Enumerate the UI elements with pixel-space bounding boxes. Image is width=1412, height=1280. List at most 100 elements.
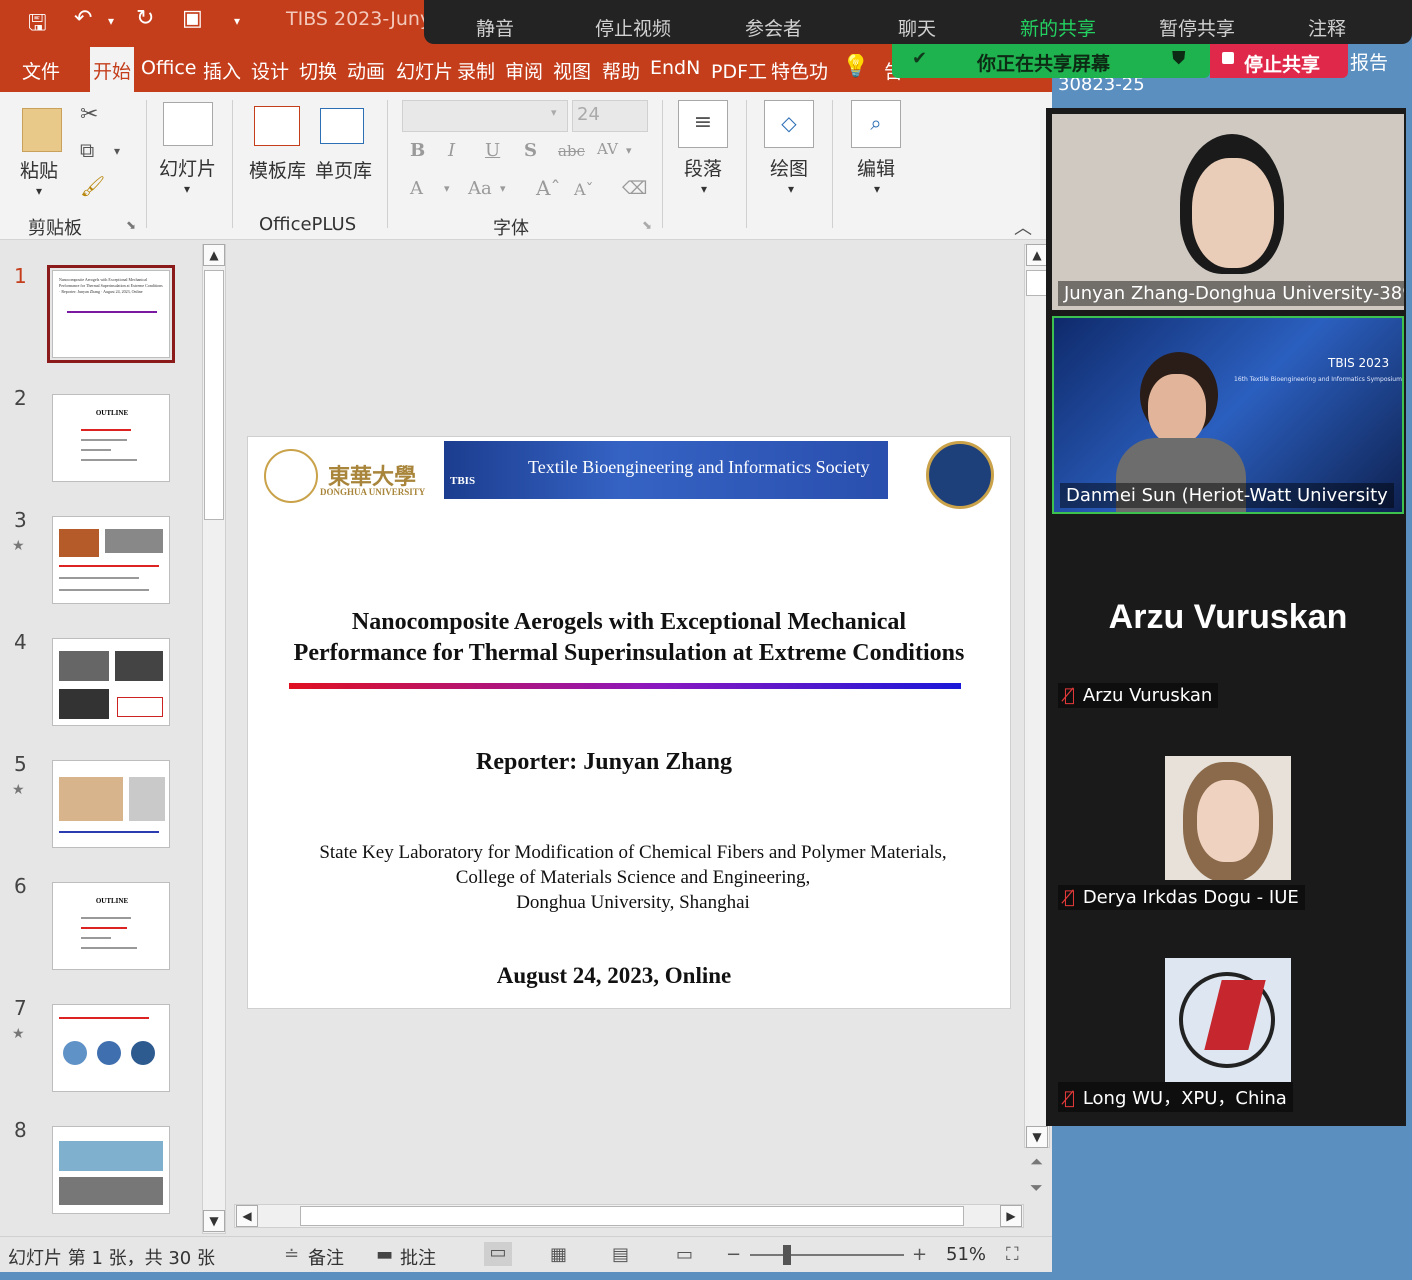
scroll-right-icon[interactable]: ▶: [1000, 1205, 1022, 1227]
font-name-dropdown-icon[interactable]: ▾: [551, 106, 557, 119]
menu-office[interactable]: Office: [141, 57, 196, 79]
font-color-icon[interactable]: A: [410, 178, 423, 199]
undo-icon[interactable]: ↶: [74, 6, 92, 31]
paragraph-icon[interactable]: ≡: [678, 100, 728, 148]
stop-share-button[interactable]: 停止共享: [1210, 44, 1348, 78]
bold-icon[interactable]: B: [410, 140, 425, 161]
new-slide-icon[interactable]: [163, 102, 213, 146]
collapse-ribbon-icon[interactable]: ︿: [1014, 214, 1032, 240]
scroll-down-icon[interactable]: ▼: [1026, 1126, 1048, 1148]
thumbnail-slide-3[interactable]: [52, 516, 170, 604]
slide-sorter-icon[interactable]: ▦: [550, 1244, 567, 1265]
next-slide-icon[interactable]: ⏷: [1030, 1178, 1043, 1198]
slideshow-view-icon[interactable]: ▭: [676, 1244, 693, 1265]
thumbnail-scroll-thumb[interactable]: [204, 270, 224, 520]
copy-icon[interactable]: ⧉: [80, 138, 94, 162]
editing-dropdown-icon[interactable]: ▾: [874, 182, 880, 196]
strikethrough-icon[interactable]: abc: [558, 142, 585, 160]
shadow-icon[interactable]: S: [524, 140, 537, 161]
slides-dropdown-icon[interactable]: ▾: [184, 182, 190, 196]
change-case-dropdown-icon[interactable]: ▾: [500, 182, 506, 195]
chat-button[interactable]: 聊天: [898, 14, 936, 41]
menu-special[interactable]: 特色功: [771, 57, 827, 84]
increase-font-icon[interactable]: Aˆ: [536, 176, 560, 200]
normal-view-icon[interactable]: ▭: [484, 1242, 512, 1266]
menu-home[interactable]: 开始: [90, 47, 134, 92]
reading-view-icon[interactable]: ▤: [612, 1244, 629, 1265]
thumbnail-slide-4[interactable]: [52, 638, 170, 726]
paste-icon[interactable]: [22, 108, 62, 152]
customize-qat-icon[interactable]: ▾: [234, 14, 240, 28]
present-icon[interactable]: ▣: [182, 6, 203, 31]
thumbnail-slide-8[interactable]: [52, 1126, 170, 1214]
drawing-dropdown-icon[interactable]: ▾: [788, 182, 794, 196]
video-tile[interactable]: Arzu Vuruskan 🎙̸ Arzu Vuruskan: [1052, 518, 1404, 718]
template-library-icon[interactable]: [254, 106, 300, 146]
menu-slideshow[interactable]: 幻灯片: [396, 57, 452, 84]
format-painter-icon[interactable]: 🖌: [80, 174, 105, 198]
thumbnail-slide-5[interactable]: [52, 760, 170, 848]
font-name-field[interactable]: [402, 100, 568, 132]
paste-dropdown-icon[interactable]: ▾: [36, 184, 42, 198]
comments-icon[interactable]: ▬: [376, 1244, 393, 1265]
italic-icon[interactable]: I: [448, 140, 455, 161]
clipboard-launcher-icon[interactable]: ⬊: [126, 218, 136, 232]
template-library-button[interactable]: 模板库: [249, 156, 306, 183]
video-tile[interactable]: 🎙̸ Derya Irkdas Dogu - IUE: [1052, 720, 1404, 920]
font-size-field[interactable]: 24: [572, 100, 648, 132]
menu-record[interactable]: 录制: [457, 57, 495, 84]
new-slide-button[interactable]: 幻灯片: [159, 154, 216, 181]
editor-hscroll-thumb[interactable]: [300, 1206, 964, 1226]
notes-button[interactable]: 备注: [308, 1244, 344, 1270]
video-tile[interactable]: Junyan Zhang-Donghua University-389: [1052, 114, 1404, 310]
menu-endnote[interactable]: EndN: [650, 57, 704, 79]
char-spacing-dropdown-icon[interactable]: ▾: [626, 144, 632, 157]
scroll-down-icon[interactable]: ▼: [203, 1210, 225, 1232]
menu-animations[interactable]: 动画: [347, 57, 385, 84]
zoom-level[interactable]: 51%: [946, 1244, 986, 1265]
scroll-left-icon[interactable]: ◀: [236, 1205, 258, 1227]
slide-canvas[interactable]: 東華大學 DONGHUA UNIVERSITY TBIS Textile Bio…: [247, 436, 1011, 1009]
menu-pdf[interactable]: PDF工: [711, 57, 767, 84]
thumbnail-slide-2[interactable]: OUTLINE: [52, 394, 170, 482]
video-tile[interactable]: 🎙̸ Long WU，XPU，China: [1052, 922, 1404, 1122]
pause-share-button[interactable]: 暂停共享: [1159, 14, 1235, 41]
zoom-in-icon[interactable]: +: [912, 1244, 927, 1265]
menu-design[interactable]: 设计: [251, 57, 289, 84]
copy-dropdown-icon[interactable]: ▾: [114, 144, 120, 158]
clear-formatting-icon[interactable]: ⌫: [622, 178, 647, 199]
editing-button[interactable]: 编辑: [857, 154, 895, 181]
participants-button[interactable]: 参会者: [745, 14, 802, 41]
menu-review[interactable]: 审阅: [505, 57, 543, 84]
font-color-dropdown-icon[interactable]: ▾: [444, 182, 450, 195]
editor-scroll-thumb[interactable]: [1026, 270, 1048, 296]
menu-view[interactable]: 视图: [553, 57, 591, 84]
cut-icon[interactable]: ✂: [80, 102, 98, 127]
menu-file[interactable]: 文件: [22, 57, 60, 84]
font-launcher-icon[interactable]: ⬊: [642, 218, 652, 232]
previous-slide-icon[interactable]: ⏶: [1030, 1152, 1043, 1172]
video-tile-active-speaker[interactable]: TBIS 2023 16th Textile Bioengineering an…: [1052, 316, 1404, 514]
decrease-font-icon[interactable]: Aˇ: [574, 180, 594, 199]
underline-icon[interactable]: U: [485, 140, 500, 161]
search-icon[interactable]: ⌕: [851, 100, 901, 148]
scroll-up-icon[interactable]: ▲: [203, 244, 225, 266]
single-page-library-button[interactable]: 单页库: [315, 156, 372, 183]
single-page-library-icon[interactable]: [320, 108, 364, 144]
change-case-icon[interactable]: Aa: [468, 178, 492, 199]
char-spacing-icon[interactable]: AV: [597, 140, 618, 158]
annotate-button[interactable]: 注释: [1308, 14, 1346, 41]
drawing-icon[interactable]: ◇: [764, 100, 814, 148]
menu-insert[interactable]: 插入: [203, 57, 241, 84]
undo-dropdown-icon[interactable]: ▾: [108, 14, 114, 28]
paste-button[interactable]: 粘贴: [20, 156, 58, 183]
notes-icon[interactable]: ≐: [284, 1244, 299, 1265]
save-icon[interactable]: 🖫: [28, 6, 47, 44]
fit-to-window-icon[interactable]: ⛶: [1006, 1244, 1019, 1265]
lightbulb-icon[interactable]: 💡: [842, 54, 869, 79]
mute-button[interactable]: 静音: [476, 14, 514, 41]
zoom-slider[interactable]: [750, 1254, 904, 1256]
thumbnail-slide-1[interactable]: Nanocomposite Aerogels with Exceptional …: [47, 265, 175, 363]
paragraph-button[interactable]: 段落: [684, 154, 722, 181]
paragraph-dropdown-icon[interactable]: ▾: [701, 182, 707, 196]
